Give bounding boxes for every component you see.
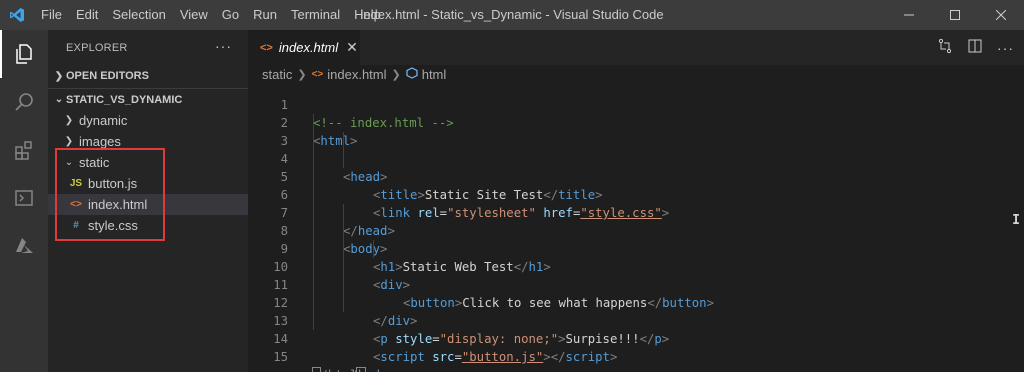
html-file-icon: <> <box>260 41 273 54</box>
editor-tab-bar: <> index.html ✕ ··· <box>248 30 1024 65</box>
tree-label: static <box>79 155 110 170</box>
code-line: 2 <html> <box>248 96 1024 148</box>
breadcrumb-item[interactable]: static <box>262 67 292 82</box>
html-file-icon: <> <box>311 68 324 80</box>
tree-label: images <box>79 134 121 149</box>
compare-changes-icon[interactable] <box>937 38 953 57</box>
code-line: 3 <head> <box>248 114 1024 184</box>
code-editor[interactable]: 1 <!-- index.html --> 2 <html> 3 <head> … <box>248 83 1024 372</box>
tree-label: style.css <box>88 218 138 233</box>
attr-value-link[interactable]: "button.js" <box>462 350 543 364</box>
tag-name: html <box>328 368 358 372</box>
tree-folder-images[interactable]: ❯ images <box>48 131 248 152</box>
chevron-right-icon: ❯ <box>297 68 307 81</box>
tab-index-html[interactable]: <> index.html ✕ <box>248 30 360 65</box>
menu-view[interactable]: View <box>173 0 215 30</box>
line-number: 15 <box>273 350 288 364</box>
search-icon[interactable] <box>0 78 48 126</box>
code-line: 9 <div> <box>248 222 1024 292</box>
tree-folder-static[interactable]: ⌄ static <box>48 152 248 173</box>
css-file-icon: # <box>73 220 79 231</box>
project-label: STATIC_VS_DYNAMIC <box>66 93 183 106</box>
code-line: 4 <title>Static Site Test</title> <box>248 132 1024 202</box>
editor-actions: ··· <box>937 30 1014 65</box>
menu-file[interactable]: File <box>34 0 69 30</box>
tab-label: index.html <box>278 40 339 55</box>
minimize-icon[interactable] <box>886 0 932 30</box>
tree-label: dynamic <box>79 113 128 128</box>
more-actions-icon[interactable]: ··· <box>215 38 232 54</box>
code-line: 1 <!-- index.html --> <box>248 83 1024 130</box>
code-line: 13 <script src="button.js"></script> <box>248 294 1024 364</box>
menu-bar: File Edit Selection View Go Run Terminal… <box>34 0 388 30</box>
code-line: 7 <body> <box>248 186 1024 256</box>
code-line: 11 </div> <box>248 258 1024 328</box>
maximize-icon[interactable] <box>932 0 978 30</box>
vscode-logo-icon <box>0 0 34 30</box>
breadcrumb-item[interactable]: index.html <box>327 67 386 82</box>
menu-go[interactable]: Go <box>215 0 246 30</box>
explorer-icon[interactable] <box>0 30 48 78</box>
project-section[interactable]: ⌄ STATIC_VS_DYNAMIC <box>48 88 248 110</box>
breadcrumb: static ❯ <> index.html ❯ html <box>248 65 1024 83</box>
extensions-icon[interactable] <box>0 126 48 174</box>
close-icon[interactable]: ✕ <box>346 39 358 56</box>
tree-folder-dynamic[interactable]: ❯ dynamic <box>48 110 248 131</box>
tree-file-button-js[interactable]: JS button.js <box>48 173 248 194</box>
more-actions-icon[interactable]: ··· <box>997 40 1014 56</box>
chevron-down-icon: ⌄ <box>64 157 74 168</box>
tree-label: button.js <box>88 176 138 191</box>
text-cursor-icon: I <box>1012 213 1020 228</box>
tree-label: index.html <box>88 197 148 212</box>
chevron-right-icon: ❯ <box>391 68 401 81</box>
javascript-file-icon: JS <box>69 178 83 189</box>
close-window-icon[interactable] <box>978 0 1024 30</box>
code-line: 5 <link rel="stylesheet" href="style.css… <box>248 150 1024 220</box>
activity-bar <box>0 30 48 372</box>
code-line: 8 <h1>Static Web Test</h1> <box>248 204 1024 274</box>
window-controls <box>886 0 1024 30</box>
menu-selection[interactable]: Selection <box>105 0 172 30</box>
chevron-right-icon: ❯ <box>54 70 64 82</box>
chevron-right-icon: ❯ <box>64 115 74 126</box>
menu-edit[interactable]: Edit <box>69 0 105 30</box>
menu-terminal[interactable]: Terminal <box>284 0 347 30</box>
tree-file-style-css[interactable]: # style.css <box>48 215 248 236</box>
code-line: 10 <button>Click to see what happens</bu… <box>248 240 1024 310</box>
explorer-sidebar: EXPLORER ··· ❯ OPEN EDITORS ⌄ STATIC_VS_… <box>48 30 248 372</box>
menu-help[interactable]: Help <box>347 0 388 30</box>
split-editor-icon[interactable] <box>967 38 983 57</box>
html-file-icon: <> <box>70 199 82 210</box>
title-bar: File Edit Selection View Go Run Terminal… <box>0 0 1024 30</box>
code-line: 14 </body> <box>248 312 1024 372</box>
code-line: 6 </head> <box>248 168 1024 238</box>
breadcrumb-item[interactable]: html <box>422 67 447 82</box>
element-symbol-icon <box>406 66 418 82</box>
chevron-down-icon: ⌄ <box>54 94 64 105</box>
chevron-right-icon: ❯ <box>64 136 74 147</box>
code-line: 12 <p style="display: none;">Surpise!!!<… <box>248 276 1024 346</box>
code-line: 15 </html> <box>248 330 1024 372</box>
azure-icon[interactable] <box>0 222 48 270</box>
open-editors-label: OPEN EDITORS <box>66 70 149 82</box>
remote-explorer-icon[interactable] <box>0 174 48 222</box>
open-editors-section[interactable]: ❯ OPEN EDITORS <box>48 65 248 87</box>
tree-file-index-html[interactable]: <> index.html <box>48 194 248 215</box>
menu-run[interactable]: Run <box>246 0 284 30</box>
